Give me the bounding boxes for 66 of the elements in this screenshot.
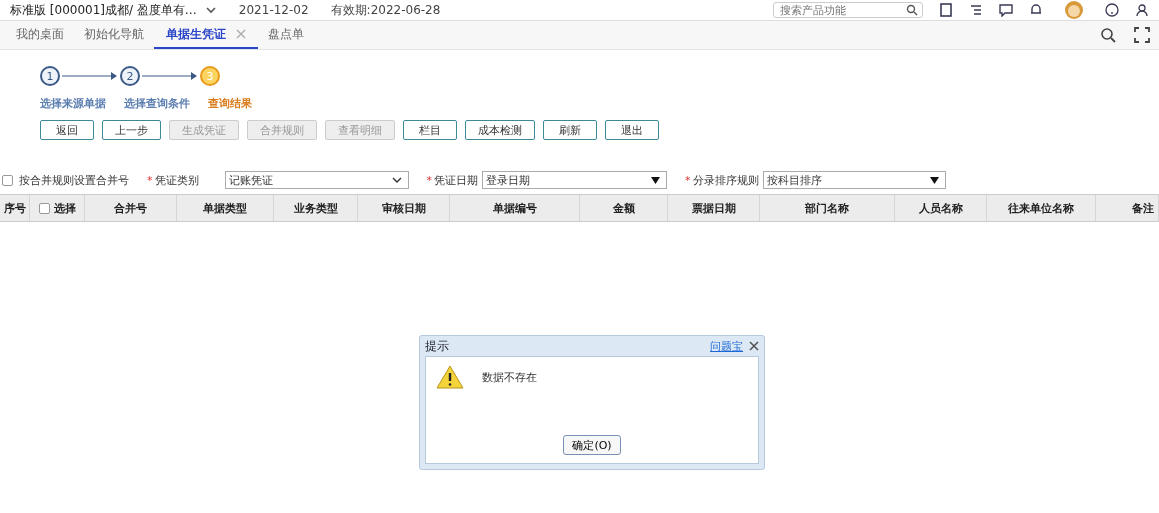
fullscreen-icon[interactable]	[1134, 27, 1150, 43]
triangle-down-icon	[929, 176, 939, 184]
message-icon[interactable]	[999, 3, 1013, 17]
field-label: 凭证日期	[434, 173, 478, 187]
arrow-icon	[62, 71, 118, 81]
checkbox[interactable]	[2, 174, 13, 186]
select-field[interactable]: 记账凭证	[224, 171, 409, 189]
expiry-text: 有效期:2022-06-28	[330, 1, 441, 19]
toolbar-button[interactable]: 成本检测	[465, 120, 535, 140]
column-header: 金额	[612, 200, 635, 216]
step-number: 1	[40, 66, 60, 86]
toolbar-button[interactable]: 退出	[605, 120, 659, 140]
tab[interactable]: 我的桌面	[6, 21, 74, 49]
list-icon[interactable]	[969, 3, 983, 17]
step-number: 3	[200, 66, 220, 86]
help-link[interactable]: 问题宝	[710, 338, 743, 354]
column-header: 合并号	[114, 200, 147, 216]
chevron-down-icon[interactable]	[204, 4, 217, 16]
toolbar-button[interactable]: 栏目	[403, 120, 457, 140]
tab[interactable]: 单据生凭证	[154, 21, 258, 49]
column-header: 人员名称	[918, 200, 963, 216]
search-icon[interactable]	[906, 4, 918, 16]
search-icon[interactable]	[1100, 27, 1116, 43]
column-header: 序号	[3, 200, 26, 216]
column-header: 审核日期	[381, 200, 426, 216]
select-field[interactable]: 按科目排序	[762, 171, 946, 189]
select-all-checkbox[interactable]	[38, 202, 50, 214]
column-header: 单据类型	[203, 200, 247, 216]
field-label: 分录排序规则	[692, 173, 759, 187]
select-field[interactable]: 登录日期	[482, 171, 667, 189]
required-mark: *	[685, 173, 691, 187]
toolbar-button[interactable]: 刷新	[543, 120, 597, 140]
field-label: 凭证类别	[154, 173, 199, 187]
close-icon[interactable]	[749, 341, 759, 351]
search-field[interactable]: 搜索产品功能	[773, 2, 923, 18]
arrow-icon	[142, 71, 198, 81]
step-number: 2	[120, 66, 140, 86]
help-icon[interactable]	[1105, 3, 1119, 17]
required-mark: *	[426, 173, 432, 187]
chevron-down-icon	[391, 176, 402, 184]
bell-icon[interactable]	[1029, 3, 1043, 17]
dialog-title: 提示	[425, 337, 449, 355]
column-header: 票据日期	[691, 200, 736, 216]
document-icon[interactable]	[939, 3, 953, 17]
dialog-message: 数据不存在	[482, 369, 537, 385]
column-header: 部门名称	[805, 200, 849, 216]
toolbar-button[interactable]: 上一步	[102, 120, 161, 140]
column-header: 往来单位名称	[1008, 200, 1074, 216]
date-text: 2021-12-02	[238, 3, 309, 17]
column-header: 备注	[1132, 200, 1154, 216]
triangle-down-icon	[651, 176, 660, 184]
column-header: 选择	[53, 200, 76, 216]
column-header: 单据编号	[492, 200, 537, 216]
toolbar-button[interactable]: 返回	[40, 120, 94, 140]
tab[interactable]: 盘点单	[258, 21, 314, 49]
step-label: 选择来源单据	[40, 96, 106, 111]
product-title: 标准版 [000001]成都/ 盈度单有…	[10, 1, 197, 19]
step-label: 选择查询条件	[124, 96, 190, 111]
required-mark: *	[147, 173, 153, 187]
tab[interactable]: 初始化导航	[74, 21, 154, 49]
user-icon[interactable]	[1135, 3, 1149, 17]
step-label: 查询结果	[208, 96, 252, 111]
warning-icon	[436, 365, 464, 389]
column-header: 业务类型	[293, 200, 338, 216]
checkbox-label: 按合并规则设置合并号	[19, 172, 129, 188]
ok-button[interactable]: 确定(O)	[563, 435, 621, 455]
